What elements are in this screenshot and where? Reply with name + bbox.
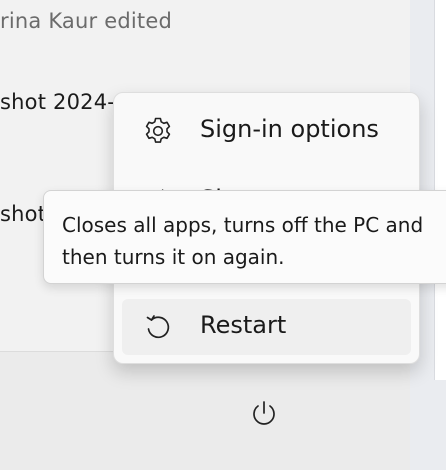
tooltip-text: Closes all apps, turns off the PC and th…	[62, 213, 424, 269]
desktop-region: rina Kaur edited shot 2024-0 shot Sign-i…	[0, 0, 446, 470]
recent-item-editor: rina Kaur edited	[0, 9, 172, 33]
menu-item-restart[interactable]: Restart	[122, 299, 411, 355]
restart-tooltip: Closes all apps, turns off the PC and th…	[43, 190, 446, 284]
start-menu-footer	[0, 351, 414, 470]
recent-item-2[interactable]: shot	[0, 202, 46, 226]
restart-icon	[142, 311, 174, 343]
gear-icon	[142, 115, 174, 147]
menu-item-sign-in-options[interactable]: Sign-in options	[122, 103, 411, 159]
power-icon	[248, 398, 280, 434]
sign-in-options-label: Sign-in options	[200, 115, 379, 143]
restart-label: Restart	[200, 311, 287, 339]
recent-item-1[interactable]: shot 2024-0	[0, 90, 129, 114]
power-button[interactable]	[240, 390, 288, 438]
